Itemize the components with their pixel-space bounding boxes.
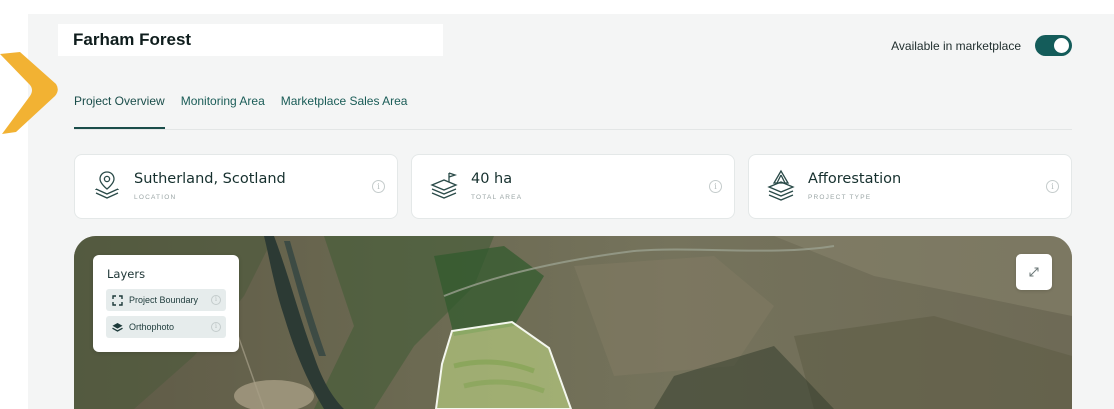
total-area-label: TOTAL AREA: [471, 194, 523, 201]
layer-item-project-boundary[interactable]: Project Boundary i: [106, 289, 226, 311]
project-type-value: Afforestation: [808, 171, 902, 187]
location-value: Sutherland, Scotland: [134, 171, 286, 187]
tab-bar: Project Overview Monitoring Area Marketp…: [74, 94, 407, 129]
info-icon[interactable]: i: [372, 180, 385, 193]
expand-icon: [1029, 267, 1039, 277]
tab-marketplace-sales-area[interactable]: Marketplace Sales Area: [281, 94, 408, 129]
expand-map-button[interactable]: [1016, 254, 1052, 290]
project-type-label: PROJECT TYPE: [808, 194, 872, 201]
location-card: Sutherland, Scotland LOCATION i: [74, 154, 398, 219]
marketplace-toggle[interactable]: [1035, 35, 1072, 56]
info-icon[interactable]: i: [211, 295, 221, 305]
total-area-value: 40 ha: [471, 171, 513, 187]
info-icon[interactable]: i: [709, 180, 722, 193]
boundary-icon: [112, 294, 123, 306]
layer-label: Orthophoto: [129, 322, 175, 332]
stack-icon: [112, 322, 123, 332]
marketplace-toggle-group: Available in marketplace: [891, 35, 1072, 56]
tab-project-overview[interactable]: Project Overview: [74, 94, 165, 129]
layers-title: Layers: [107, 267, 146, 281]
location-pin-icon: [95, 171, 119, 199]
tab-monitoring-area[interactable]: Monitoring Area: [181, 94, 265, 129]
total-area-card: 40 ha TOTAL AREA i: [411, 154, 735, 219]
page-title: Farham Forest: [73, 30, 192, 49]
area-flag-icon: [430, 172, 458, 199]
toggle-knob: [1054, 38, 1069, 53]
tree-layers-icon: [767, 169, 795, 201]
layer-item-orthophoto[interactable]: Orthophoto i: [106, 316, 226, 338]
pointer-arrow-icon: [0, 52, 58, 134]
project-type-card: Afforestation PROJECT TYPE i: [748, 154, 1072, 219]
marketplace-toggle-label: Available in marketplace: [891, 38, 1021, 53]
layer-label: Project Boundary: [129, 295, 199, 305]
layers-panel: Layers Project Boundary i Orthophoto i: [93, 255, 239, 352]
info-icon[interactable]: i: [1046, 180, 1059, 193]
location-label: LOCATION: [134, 194, 177, 201]
tab-divider: [74, 129, 1072, 130]
info-icon[interactable]: i: [211, 322, 221, 332]
